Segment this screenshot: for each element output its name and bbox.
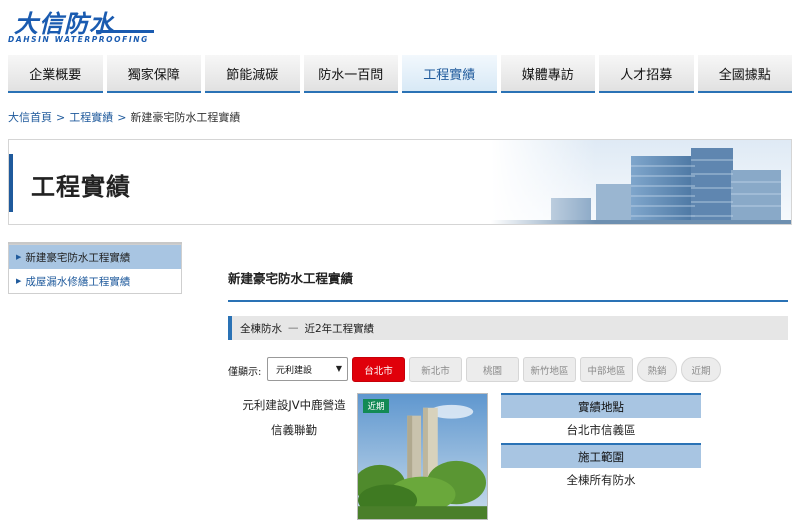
sidebar-item-new-luxury-projects[interactable]: ▶ 新建豪宅防水工程實績	[9, 245, 181, 269]
nav-item-company-overview[interactable]: 企業概要	[8, 55, 103, 93]
nav-item-exclusive-guarantee[interactable]: 獨家保障	[106, 55, 201, 93]
logo-english-name: DAHSIN WATERPROOFING	[8, 35, 149, 44]
filter-chip-hsinchu[interactable]: 新竹地區	[523, 357, 576, 382]
company-logo[interactable]: 大信防水 DAHSIN WATERPROOFING	[8, 6, 158, 46]
filter-label: 僅顯示:	[228, 367, 262, 378]
filter-chip-taipei[interactable]: 台北市	[352, 357, 405, 382]
nav-item-projects[interactable]: 工程實績	[402, 55, 497, 93]
subheader-dash: —	[288, 322, 299, 334]
nav-item-careers[interactable]: 人才招募	[599, 55, 694, 93]
filter-chip-new-taipei[interactable]: 新北市	[409, 357, 462, 382]
bullet-arrow-icon: ▶	[16, 277, 22, 285]
sidebar-item-leak-repair-projects[interactable]: ▶ 成屋漏水修繕工程實績	[9, 269, 181, 293]
banner-accent-bar	[9, 154, 13, 212]
nav-item-energy-saving[interactable]: 節能減碳	[205, 55, 300, 93]
builder-select-value: 元利建設	[276, 365, 313, 376]
logo-chinese-name: 大信防水	[14, 10, 114, 38]
breadcrumb-separator: >	[117, 111, 127, 124]
breadcrumb-section-link[interactable]: 工程實績	[69, 111, 113, 124]
filter-chip-taoyuan[interactable]: 桃園	[466, 357, 519, 382]
nav-item-locations[interactable]: 全國據點	[697, 55, 792, 93]
breadcrumb-separator: >	[56, 111, 66, 124]
breadcrumb-current: 新建豪宅防水工程實績	[130, 111, 241, 124]
location-header: 實績地點	[501, 393, 701, 418]
breadcrumb-home-link[interactable]: 大信首頁	[8, 111, 52, 124]
section-divider	[228, 300, 788, 302]
category-subheader: 全棟防水 — 近2年工程實績	[228, 316, 788, 340]
sidebar-item-label: 新建豪宅防水工程實績	[25, 251, 131, 264]
breadcrumb: 大信首頁 > 工程實績 > 新建豪宅防水工程實績	[8, 109, 240, 125]
main-nav: 企業概要 獨家保障 節能減碳 防水一百問 工程實績 媒體專訪 人才招募 全國據點	[8, 55, 792, 93]
nav-item-media[interactable]: 媒體專訪	[500, 55, 595, 93]
page-banner: 工程實績	[8, 139, 792, 225]
city-buildings-image	[491, 140, 791, 224]
bullet-arrow-icon: ▶	[16, 253, 22, 261]
scope-value: 全棟所有防水	[566, 473, 636, 487]
sidebar-item-label: 成屋漏水修繕工程實績	[25, 275, 131, 288]
logo-underline	[96, 30, 154, 33]
subheader-period: 近2年工程實績	[304, 322, 375, 335]
filter-chip-recent[interactable]: 近期	[681, 357, 721, 382]
project-name[interactable]: 信義聯勤	[228, 422, 360, 438]
nav-item-waterproof-faq[interactable]: 防水一百問	[303, 55, 398, 93]
location-value: 台北市信義區	[566, 423, 636, 437]
subheader-category: 全棟防水	[240, 322, 282, 335]
filter-chip-hot-sale[interactable]: 熱銷	[637, 357, 677, 382]
recent-badge: 近期	[363, 399, 389, 413]
page-title: 工程實績	[31, 173, 131, 201]
dropdown-caret-icon: ▼	[335, 364, 342, 373]
filter-chip-central[interactable]: 中部地區	[580, 357, 633, 382]
project-builder: 元利建設JV中鹿營造	[242, 398, 346, 412]
scope-header: 施工範圍	[501, 443, 701, 468]
sidebar: ▶ 新建豪宅防水工程實績 ▶ 成屋漏水修繕工程實績	[8, 242, 182, 294]
section-title: 新建豪宅防水工程實績	[228, 271, 354, 286]
builder-select[interactable]: 元利建設 ▼	[267, 357, 348, 381]
